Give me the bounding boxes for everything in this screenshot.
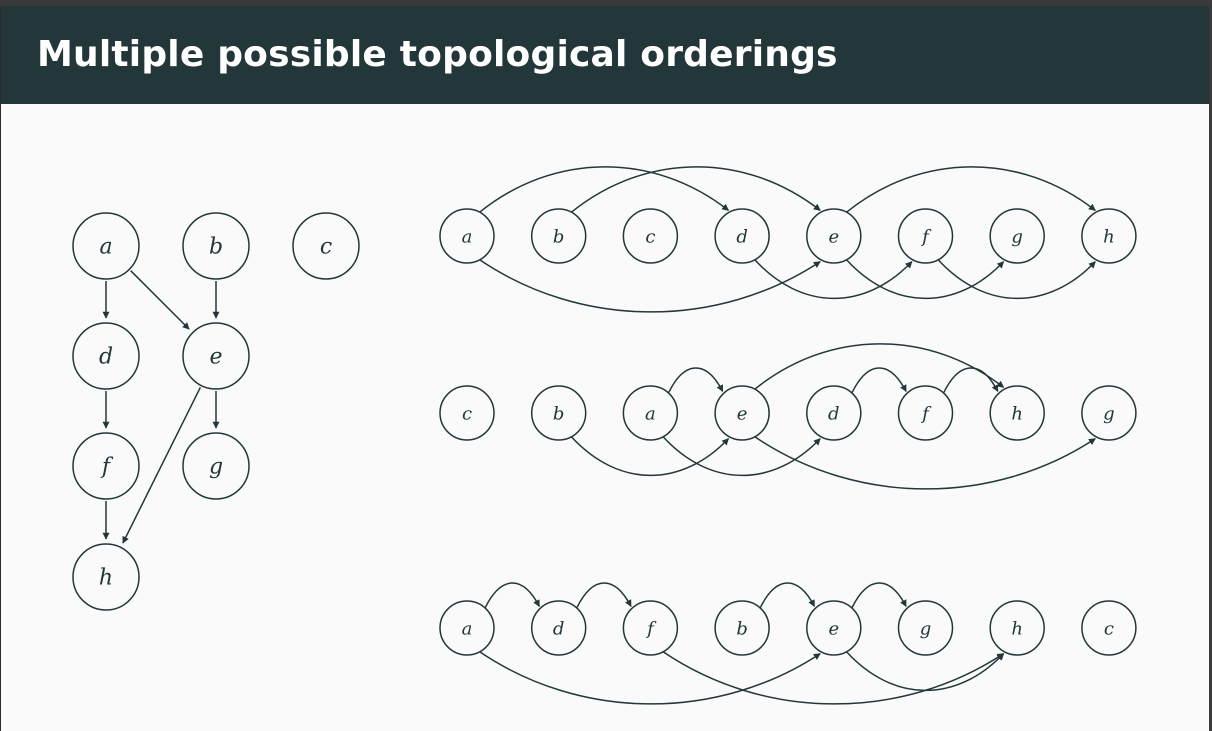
ordering-1-node-h: h (1081, 208, 1137, 264)
ordering-2-edge-e-h (754, 343, 1005, 390)
ordering-1-node-b: b (530, 208, 587, 264)
ordering-2-node-h-label: h (1011, 404, 1023, 425)
ordering-2-edge-f-h (942, 367, 999, 394)
ordering-3-node-e-label: e (828, 619, 839, 640)
ordering-3-node-e: e (806, 600, 862, 656)
ordering-3-node-f: f (622, 600, 679, 656)
ordering-1-edge-a-e (479, 259, 821, 313)
ordering-1-node-f: f (897, 208, 954, 264)
topological-ordering-diagram: a b c d e f g h a b c d e f g h c b a e d f h g a d f b e g h c (72, 166, 1137, 705)
ordering-1-edge-e-g (845, 259, 1005, 300)
dag-node-c: c (292, 212, 360, 280)
ordering-3-node-b-label: b (736, 619, 748, 640)
ordering-1-node-g: g (989, 208, 1045, 264)
ordering-1-edge-e-h (846, 166, 1096, 213)
ordering-1-node-e: e (806, 208, 862, 264)
ordering-3-node-c-label: c (1104, 619, 1114, 640)
dag-node-d-label: d (99, 345, 113, 370)
ordering-2-node-d: d (806, 385, 862, 441)
ordering-1-edge-d-f (754, 259, 913, 300)
dag-node-e: e (182, 322, 250, 390)
ordering-nodes: a b c d e f g h c b a e d f h g a d f b e g h c (439, 208, 1137, 656)
ordering-3-edge-e-g (851, 582, 907, 609)
ordering-2-edge-e-g (754, 436, 1096, 490)
ordering-1-node-d-label: d (736, 227, 748, 248)
ordering-1-node-c-label: c (645, 227, 655, 248)
ordering-1-node-d: d (714, 208, 770, 264)
ordering-2-node-c-label: c (462, 404, 472, 425)
dag-node-h-label: h (99, 566, 113, 591)
dag-edges (102, 270, 220, 544)
ordering-2-edge-b-e (570, 436, 730, 477)
ordering-3-node-a: a (439, 600, 495, 656)
ordering-2-node-b: b (530, 385, 587, 441)
dag-node-g: g (182, 432, 250, 500)
ordering-3-node-h-label: h (1011, 619, 1023, 640)
ordering-3-node-a-label: a (462, 619, 473, 640)
ordering-3-node-d: d (530, 600, 587, 656)
ordering-3-edge-f-h (662, 651, 1005, 705)
ordering-2-node-a: a (622, 385, 679, 441)
dag-node-b-label: b (209, 235, 223, 260)
ordering-2-node-b-label: b (553, 404, 565, 425)
ordering-3-edge-e-h (845, 651, 1005, 692)
ordering-2-node-g-label: g (1103, 404, 1115, 425)
ordering-1-node-e-label: e (828, 227, 839, 248)
ordering-2-node-e: e (714, 385, 770, 441)
ordering-3-node-b: b (714, 600, 770, 656)
dag-node-g-label: g (209, 455, 223, 480)
ordering-3-node-h: h (989, 600, 1045, 656)
dag-node-h: h (72, 543, 140, 611)
ordering-2-node-a-label: a (645, 404, 656, 425)
ordering-1-node-h-label: h (1103, 227, 1115, 248)
ordering-2-node-f: f (897, 385, 954, 441)
ordering-2-node-c: c (439, 385, 495, 441)
ordering-1-node-b-label: b (553, 227, 565, 248)
ordering-2-edge-a-e (667, 367, 724, 394)
ordering-1-node-a: a (439, 208, 495, 264)
ordering-1-edge-a-d (479, 166, 730, 213)
slide: Multiple possible topological orderings … (0, 6, 1209, 731)
dag-node-b: b (182, 212, 250, 280)
ordering-1-edge-f-h (937, 259, 1096, 300)
ordering-2-node-e-label: e (737, 404, 748, 425)
dag-node-e-label: e (209, 345, 222, 370)
dag-edge-a-e (130, 270, 190, 330)
ordering-1-node-g-label: g (1011, 227, 1023, 248)
ordering-3-node-c: c (1081, 600, 1137, 656)
dag-node-c-label: c (320, 235, 332, 260)
ordering-2-node-g: g (1081, 385, 1137, 441)
dag-node-d: d (72, 322, 140, 390)
dag-node-a: a (72, 212, 140, 280)
dag-node-a-label: a (99, 235, 112, 260)
ordering-3-edge-a-e (479, 651, 821, 705)
ordering-3-node-g-label: g (920, 619, 932, 640)
ordering-1-node-a-label: a (462, 227, 473, 248)
ordering-2-node-d-label: d (828, 404, 840, 425)
ordering-3-edge-d-f (576, 582, 632, 609)
ordering-3-edge-a-d (484, 582, 540, 609)
ordering-2-edge-a-d (662, 436, 821, 477)
ordering-3-node-g: g (897, 600, 954, 656)
ordering-1-node-c: c (622, 208, 679, 264)
ordering-2-edge-d-f (851, 367, 907, 394)
ordering-3-edge-b-e (759, 582, 816, 609)
ordering-3-node-d-label: d (553, 619, 565, 640)
ordering-2-node-h: h (989, 385, 1045, 441)
dag-node-f: f (72, 432, 140, 500)
